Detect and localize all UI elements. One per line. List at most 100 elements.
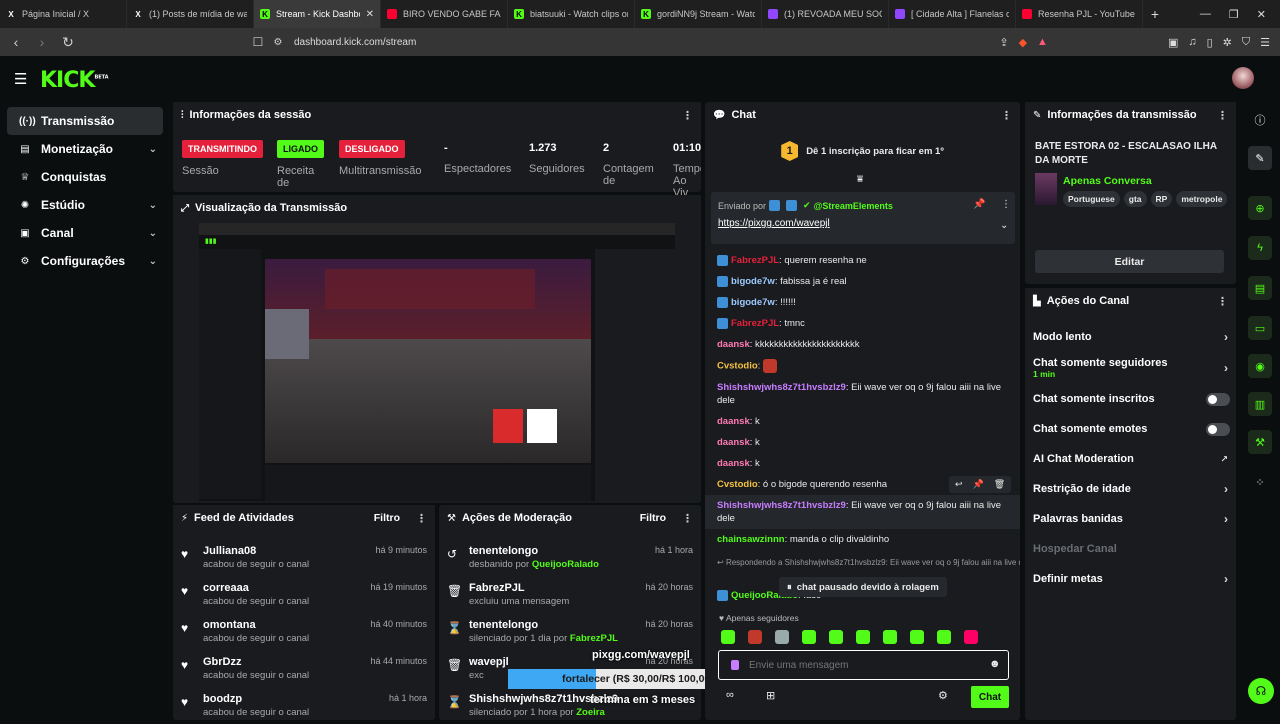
chat-username[interactable]: Cvstodio [717, 361, 758, 372]
list-item[interactable]: ♥ correaaa acabou de seguir o canal há 19 m… [173, 576, 435, 613]
chat-message[interactable]: daansk: kkkkkkkkkkkkkkkkkkkkkk [705, 334, 1020, 355]
emote-icon[interactable] [775, 630, 789, 644]
trash-icon[interactable]: 🗑 [994, 478, 1005, 491]
emote-picker-icon[interactable] [731, 660, 739, 670]
sidebar-item-conquistas[interactable]: ♕ Conquistas [7, 163, 163, 191]
browser-tab[interactable]: KgordiNN9j Stream - Watc [635, 0, 762, 28]
emote-icon[interactable] [883, 630, 897, 644]
chat-message[interactable]: bigode7w: fabissa ja é real [705, 271, 1020, 292]
filter-button[interactable]: Filtro [374, 512, 400, 524]
chat-message[interactable]: daansk: k [705, 453, 1020, 474]
back-icon[interactable]: ‹ [6, 32, 26, 52]
chat-paused-banner[interactable]: ⏸ chat pausado devido à rolagem [779, 577, 947, 597]
broadcast-icon[interactable]: ◉ [1248, 354, 1272, 378]
chat-message[interactable]: daansk: k [705, 432, 1020, 453]
kick-logo[interactable]: KICKBETA [40, 68, 109, 93]
emote-icon[interactable] [910, 630, 924, 644]
chat-username[interactable]: daansk [717, 458, 750, 469]
emote-icon[interactable] [937, 630, 951, 644]
browser-tab[interactable]: (1) REVOADA MEU SOCIO [762, 0, 889, 28]
vpn-icon[interactable]: ⛉ [1242, 36, 1250, 49]
chat-message[interactable]: Shishshwjwhs8z7t1hvsbzlz9: Eii wave ver … [705, 377, 1020, 411]
screenshot-icon[interactable]: ▣ [1168, 36, 1178, 49]
emote-icon[interactable] [829, 630, 843, 644]
chat-username[interactable]: chainsawzinnn [717, 534, 785, 545]
document-icon[interactable]: ▤ [1248, 276, 1272, 300]
browser-tab[interactable]: X (1) Posts de mídia de wave [127, 0, 254, 28]
chat-username[interactable]: FabrezPJL [731, 318, 779, 329]
list-item[interactable]: ♥ Julliana08 acabou de seguir o canal há 9 … [173, 539, 435, 576]
support-button[interactable]: ☊ [1248, 678, 1274, 704]
layout-icon[interactable]: ▥ [1248, 392, 1272, 416]
chat-input[interactable] [749, 657, 969, 673]
chat-username[interactable]: Cvstodio [717, 479, 758, 490]
chat-username[interactable]: daansk [717, 437, 750, 448]
info-icon[interactable]: ⓘ [1248, 108, 1272, 132]
sidebar-item-canal[interactable]: ▣ Canal ⌄ [7, 219, 163, 247]
chat-username[interactable]: Shishshwjwhs8z7t1hvsbzlz9 [717, 500, 846, 511]
minimize-icon[interactable]: — [1200, 8, 1211, 21]
reply-icon[interactable]: ↩ [955, 478, 963, 491]
chat-message[interactable]: daansk: k [705, 411, 1020, 432]
slow-mode-row[interactable]: Modo lento › [1025, 322, 1236, 352]
stream-video[interactable]: ▮▮▮ [199, 223, 675, 501]
send-chat-button[interactable]: Chat [971, 686, 1009, 708]
chat-message[interactable]: Shishshwjwhs8z7t1hvsbzlz9: Eii wave ver … [705, 495, 1020, 529]
age-restriction-row[interactable]: Restrição de idade › [1025, 474, 1236, 504]
sidebar-item-monetizacao[interactable]: ▤ Monetização ⌄ [7, 135, 163, 163]
category-name[interactable]: Apenas Conversa [1063, 175, 1152, 187]
sidebar-item-configuracoes[interactable]: ⚙ Configurações ⌄ [7, 247, 163, 275]
subscribers-only-row[interactable]: Chat somente inscritos [1025, 384, 1236, 414]
chat-message[interactable]: FabrezPJL: querem resenha ne [705, 250, 1020, 271]
list-item[interactable]: ↺ tenentelongo desbanido por QueijooRalado… [439, 539, 701, 576]
smiley-icon[interactable]: ☻ [989, 658, 1001, 670]
chat-message[interactable]: chainsawzinnn: manda o clip divaldinho [705, 529, 1020, 550]
users-icon[interactable]: ∞ [726, 689, 734, 701]
forward-icon[interactable]: › [32, 32, 52, 52]
sidebar-item-transmissao[interactable]: ((·)) Transmissão [7, 107, 163, 135]
pinned-link[interactable]: https://pixgg.com/wavepjl [718, 218, 830, 229]
list-item[interactable]: 🗑 FabrezPJL excluiu uma mensagem há 20 hora… [439, 576, 701, 613]
url-field[interactable]: dashboard.kick.com/stream [294, 37, 416, 48]
emote-icon[interactable] [856, 630, 870, 644]
browser-tab[interactable]: [ Cidade Alta ] Flanelas o [889, 0, 1016, 28]
tag[interactable]: metropole [1176, 191, 1228, 207]
tag[interactable]: gta [1123, 191, 1147, 207]
chat-message[interactable]: Cvstodio: [705, 355, 1020, 377]
list-item[interactable]: ♥ boodzp acabou de seguir o canal há 1 hora [173, 687, 435, 724]
chat-username[interactable]: daansk [717, 339, 750, 350]
reply-preview[interactable]: ↩ Respondendo a Shishshwjwhs8z7t1hvsbzlz… [705, 550, 1020, 569]
site-info-icon[interactable]: ⚙ [268, 32, 288, 52]
more-options-icon[interactable]: ⋮ [416, 512, 427, 525]
gift-icon[interactable]: ⊞ [766, 689, 775, 702]
reload-icon[interactable]: ↻ [58, 32, 78, 52]
rewards-icon[interactable]: ▲ [1037, 36, 1048, 49]
gear-icon[interactable]: ⚙ [938, 689, 948, 702]
chat-message[interactable]: Cvstodio: ó o bigode querendo resenha ↩ 📌… [705, 474, 1020, 495]
chat-username[interactable]: Shishshwjwhs8z7t1hvsbzlz9 [717, 382, 846, 393]
more-options-icon[interactable]: ⋮ [682, 109, 693, 122]
emote-icon[interactable] [964, 630, 978, 644]
new-tab-button[interactable]: + [1143, 6, 1167, 22]
chat-message[interactable]: bigode7w: !!!!!! [705, 292, 1020, 313]
chat-icon[interactable]: ▭ [1248, 316, 1272, 340]
list-item[interactable]: ♥ omontana acabou de seguir o canal há 40 m… [173, 613, 435, 650]
chat-username[interactable]: bigode7w [731, 297, 775, 308]
emotes-only-row[interactable]: Chat somente emotes [1025, 414, 1236, 444]
bolt-icon[interactable]: ϟ [1248, 236, 1272, 260]
close-window-icon[interactable]: ✕ [1257, 8, 1266, 21]
browser-tab[interactable]: Resenha PJL - YouTube [1016, 0, 1143, 28]
more-options-icon[interactable]: ⋮ [1001, 199, 1011, 210]
chevron-down-icon[interactable]: ⌄ [1000, 220, 1008, 231]
more-options-icon[interactable]: ⋮ [1217, 295, 1228, 308]
tag[interactable]: Portuguese [1063, 191, 1120, 207]
pencil-icon[interactable]: ✎ [1248, 146, 1272, 170]
browser-tab[interactable]: BIRO VENDO GABE FALAN [381, 0, 508, 28]
category-thumbnail[interactable] [1035, 173, 1057, 205]
apps-icon[interactable]: ⁘ [1248, 470, 1272, 494]
edit-button[interactable]: Editar [1035, 250, 1224, 273]
sidebar-item-estudio[interactable]: ✺ Estúdio ⌄ [7, 191, 163, 219]
emotes-only-toggle[interactable] [1206, 422, 1230, 436]
emote-icon[interactable] [721, 630, 735, 644]
emote-icon[interactable] [802, 630, 816, 644]
